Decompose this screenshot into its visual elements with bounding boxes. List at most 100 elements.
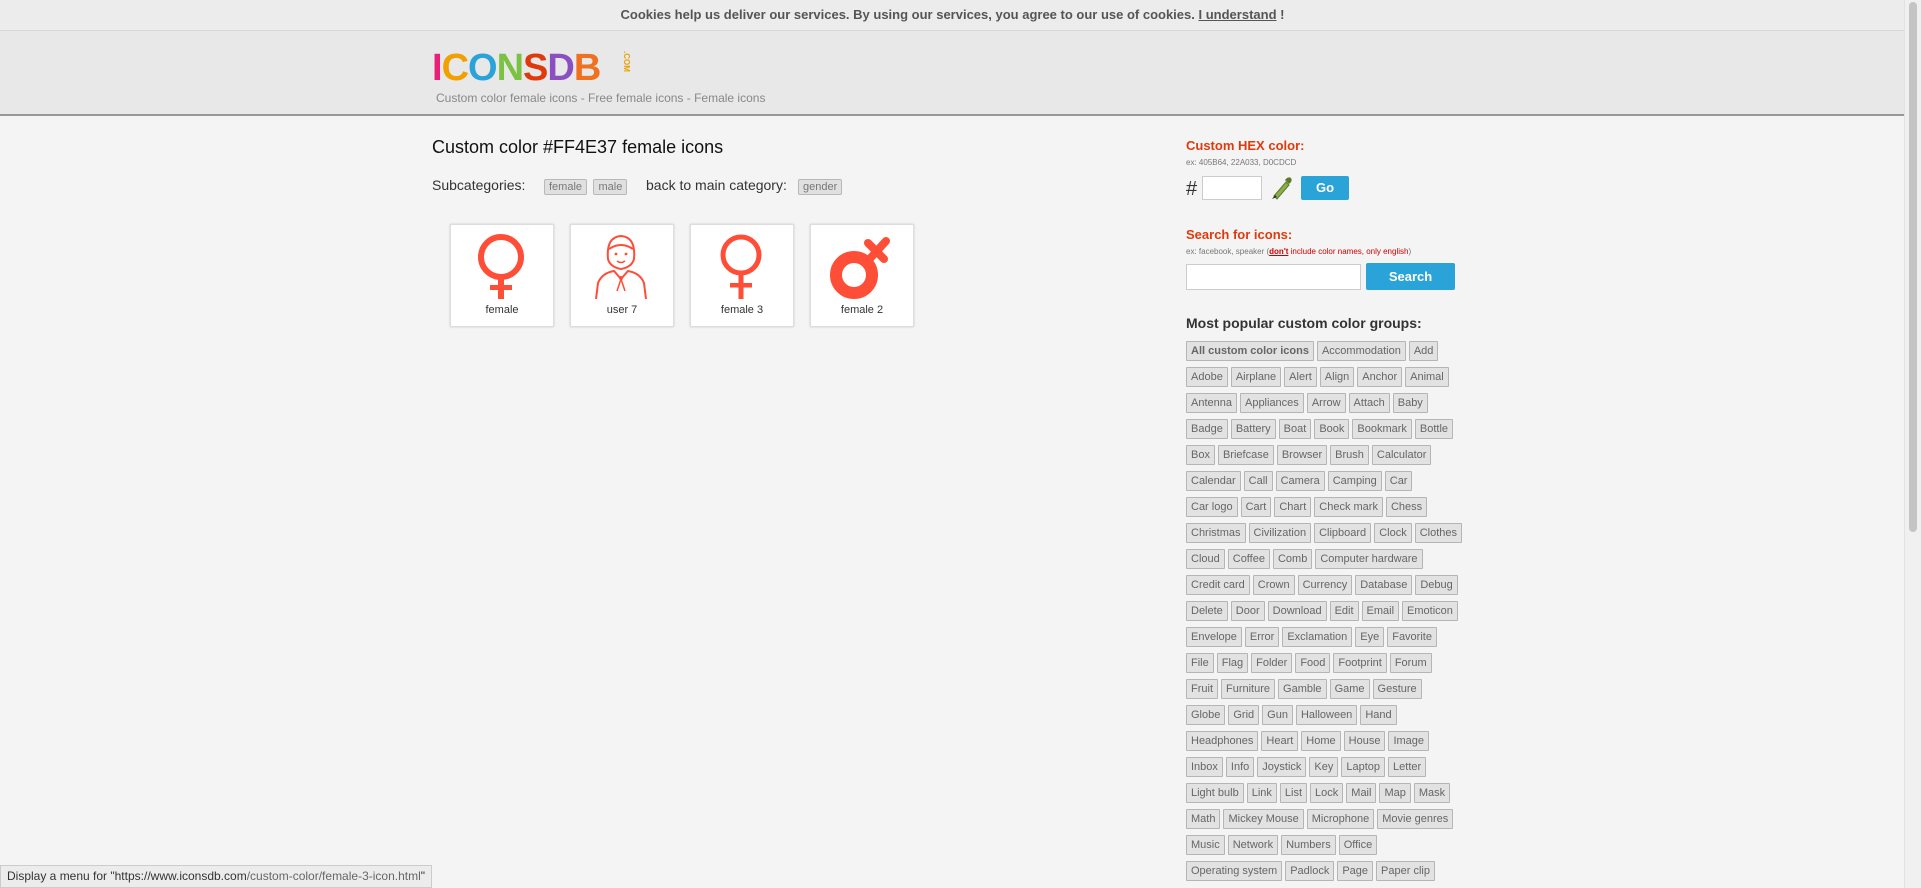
group-tag-animal[interactable]: Animal bbox=[1405, 367, 1449, 387]
group-tag-mask[interactable]: Mask bbox=[1413, 783, 1451, 803]
group-tag-network[interactable]: Network bbox=[1227, 835, 1279, 855]
group-tag-favorite[interactable]: Favorite bbox=[1387, 627, 1437, 647]
group-tag-laptop[interactable]: Laptop bbox=[1341, 757, 1386, 777]
group-tag-food[interactable]: Food bbox=[1295, 653, 1331, 673]
group-tag-game[interactable]: Game bbox=[1329, 679, 1370, 699]
group-tag-flag[interactable]: Flag bbox=[1216, 653, 1249, 673]
group-tag-book[interactable]: Book bbox=[1314, 419, 1350, 439]
group-tag-heart[interactable]: Heart bbox=[1261, 731, 1299, 751]
group-tag-key[interactable]: Key bbox=[1309, 757, 1339, 777]
group-tag-paper-clip[interactable]: Paper clip bbox=[1376, 861, 1435, 881]
group-tag-microphone[interactable]: Microphone bbox=[1306, 809, 1375, 829]
group-tag-math[interactable]: Math bbox=[1186, 809, 1221, 829]
group-tag-camera[interactable]: Camera bbox=[1275, 471, 1325, 491]
group-tag-debug[interactable]: Debug bbox=[1415, 575, 1458, 595]
group-tag-exclamation[interactable]: Exclamation bbox=[1282, 627, 1353, 647]
group-tag-all-custom-color-icons[interactable]: All custom color icons bbox=[1186, 341, 1314, 361]
group-tag-operating-system[interactable]: Operating system bbox=[1186, 861, 1283, 881]
group-tag-chess[interactable]: Chess bbox=[1385, 497, 1428, 517]
search-button[interactable]: Search bbox=[1366, 263, 1455, 290]
group-tag-gesture[interactable]: Gesture bbox=[1372, 679, 1422, 699]
category-tag-gender[interactable]: gender bbox=[798, 178, 843, 195]
group-tag-clipboard[interactable]: Clipboard bbox=[1314, 523, 1372, 543]
group-tag-car-logo[interactable]: Car logo bbox=[1186, 497, 1238, 517]
group-tag-database[interactable]: Database bbox=[1355, 575, 1413, 595]
group-tag-adobe[interactable]: Adobe bbox=[1186, 367, 1228, 387]
group-tag-eye[interactable]: Eye bbox=[1355, 627, 1385, 647]
group-tag-coffee[interactable]: Coffee bbox=[1227, 549, 1270, 569]
group-tag-download[interactable]: Download bbox=[1267, 601, 1327, 621]
group-tag-call[interactable]: Call bbox=[1243, 471, 1273, 491]
group-tag-car[interactable]: Car bbox=[1384, 471, 1413, 491]
icon-card-user-7[interactable]: user 7 bbox=[570, 224, 674, 327]
group-tag-inbox[interactable]: Inbox bbox=[1186, 757, 1223, 777]
cookie-accept-link[interactable]: I understand bbox=[1199, 7, 1277, 22]
group-tag-calendar[interactable]: Calendar bbox=[1186, 471, 1241, 491]
group-tag-badge[interactable]: Badge bbox=[1186, 419, 1228, 439]
group-tag-furniture[interactable]: Furniture bbox=[1221, 679, 1276, 699]
group-tag-antenna[interactable]: Antenna bbox=[1186, 393, 1237, 413]
group-tag-alert[interactable]: Alert bbox=[1284, 367, 1317, 387]
group-tag-error[interactable]: Error bbox=[1244, 627, 1280, 647]
group-tag-crown[interactable]: Crown bbox=[1252, 575, 1295, 595]
group-tag-globe[interactable]: Globe bbox=[1186, 705, 1226, 725]
subcategory-tag-male[interactable]: male bbox=[593, 178, 628, 195]
group-tag-emoticon[interactable]: Emoticon bbox=[1402, 601, 1458, 621]
group-tag-airplane[interactable]: Airplane bbox=[1230, 367, 1282, 387]
group-tag-align[interactable]: Align bbox=[1319, 367, 1355, 387]
subcategory-tag-female[interactable]: female bbox=[544, 178, 588, 195]
icon-card-female-3[interactable]: female 3 bbox=[690, 224, 794, 327]
group-tag-list[interactable]: List bbox=[1279, 783, 1308, 803]
group-tag-gamble[interactable]: Gamble bbox=[1278, 679, 1327, 699]
group-tag-christmas[interactable]: Christmas bbox=[1186, 523, 1246, 543]
group-tag-footprint[interactable]: Footprint bbox=[1333, 653, 1387, 673]
group-tag-light-bulb[interactable]: Light bulb bbox=[1186, 783, 1244, 803]
group-tag-image[interactable]: Image bbox=[1388, 731, 1430, 751]
icon-card-female-2[interactable]: female 2 bbox=[810, 224, 914, 327]
group-tag-door[interactable]: Door bbox=[1230, 601, 1265, 621]
group-tag-brush[interactable]: Brush bbox=[1330, 445, 1369, 465]
group-tag-civilization[interactable]: Civilization bbox=[1248, 523, 1312, 543]
group-tag-browser[interactable]: Browser bbox=[1276, 445, 1328, 465]
group-tag-mickey-mouse[interactable]: Mickey Mouse bbox=[1223, 809, 1304, 829]
group-tag-gun[interactable]: Gun bbox=[1262, 705, 1293, 725]
group-tag-arrow[interactable]: Arrow bbox=[1306, 393, 1346, 413]
group-tag-briefcase[interactable]: Briefcase bbox=[1217, 445, 1274, 465]
group-tag-info[interactable]: Info bbox=[1225, 757, 1255, 777]
group-tag-bottle[interactable]: Bottle bbox=[1414, 419, 1454, 439]
group-tag-numbers[interactable]: Numbers bbox=[1281, 835, 1336, 855]
group-tag-house[interactable]: House bbox=[1343, 731, 1386, 751]
group-tag-page[interactable]: Page bbox=[1337, 861, 1374, 881]
group-tag-mail[interactable]: Mail bbox=[1346, 783, 1377, 803]
group-tag-cloud[interactable]: Cloud bbox=[1186, 549, 1225, 569]
group-tag-halloween[interactable]: Halloween bbox=[1295, 705, 1358, 725]
group-tag-forum[interactable]: Forum bbox=[1389, 653, 1432, 673]
group-tag-hand[interactable]: Hand bbox=[1360, 705, 1397, 725]
group-tag-camping[interactable]: Camping bbox=[1327, 471, 1382, 491]
group-tag-file[interactable]: File bbox=[1186, 653, 1214, 673]
group-tag-joystick[interactable]: Joystick bbox=[1257, 757, 1307, 777]
group-tag-clock[interactable]: Clock bbox=[1374, 523, 1412, 543]
group-tag-delete[interactable]: Delete bbox=[1186, 601, 1228, 621]
group-tag-headphones[interactable]: Headphones bbox=[1186, 731, 1259, 751]
group-tag-map[interactable]: Map bbox=[1379, 783, 1411, 803]
group-tag-baby[interactable]: Baby bbox=[1392, 393, 1428, 413]
group-tag-bookmark[interactable]: Bookmark bbox=[1352, 419, 1412, 439]
group-tag-office[interactable]: Office bbox=[1338, 835, 1378, 855]
group-tag-music[interactable]: Music bbox=[1186, 835, 1225, 855]
hex-color-input[interactable] bbox=[1202, 176, 1262, 200]
color-picker-icon[interactable] bbox=[1270, 174, 1294, 205]
group-tag-chart[interactable]: Chart bbox=[1274, 497, 1312, 517]
group-tag-letter[interactable]: Letter bbox=[1388, 757, 1427, 777]
group-tag-box[interactable]: Box bbox=[1186, 445, 1215, 465]
group-tag-email[interactable]: Email bbox=[1361, 601, 1400, 621]
group-tag-appliances[interactable]: Appliances bbox=[1239, 393, 1304, 413]
group-tag-comb[interactable]: Comb bbox=[1272, 549, 1313, 569]
scrollbar-thumb[interactable] bbox=[1909, 2, 1917, 532]
icon-card-female[interactable]: female bbox=[450, 224, 554, 327]
group-tag-grid[interactable]: Grid bbox=[1228, 705, 1260, 725]
vertical-scrollbar[interactable] bbox=[1904, 0, 1921, 888]
group-tag-edit[interactable]: Edit bbox=[1329, 601, 1359, 621]
group-tag-cart[interactable]: Cart bbox=[1240, 497, 1272, 517]
group-tag-anchor[interactable]: Anchor bbox=[1357, 367, 1403, 387]
